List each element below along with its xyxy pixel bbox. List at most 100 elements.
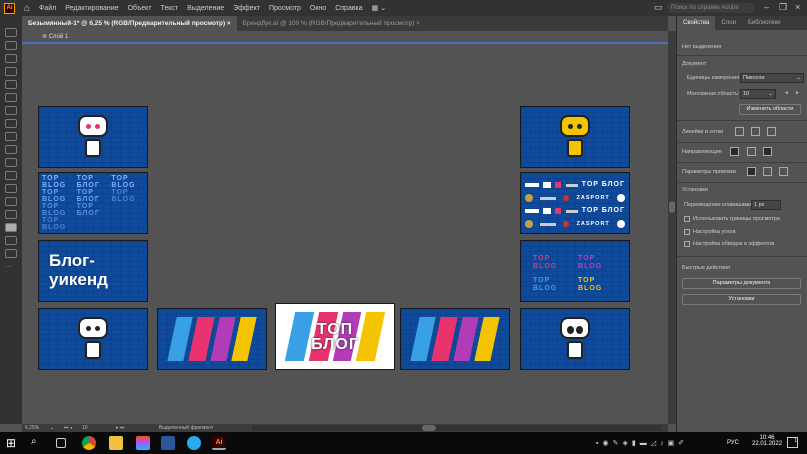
next-artboard-icon[interactable]: ▸ — [796, 90, 799, 96]
home-icon[interactable]: ⌂ — [24, 3, 30, 14]
rotate-tool-icon[interactable] — [5, 119, 17, 128]
chrome-icon[interactable] — [82, 436, 96, 450]
menu-window[interactable]: Окно — [310, 5, 326, 12]
word-icon[interactable] — [161, 436, 175, 450]
tab-libraries[interactable]: Библиотеки — [742, 16, 787, 30]
snap-to-point-icon[interactable] — [747, 167, 756, 176]
tab-layers[interactable]: Слои — [715, 16, 742, 30]
preferences-button[interactable]: Установки — [682, 294, 801, 305]
symbol-tool-icon[interactable] — [5, 184, 17, 193]
zoom-tool-icon[interactable] — [5, 210, 17, 219]
grid-icon[interactable] — [751, 127, 760, 136]
restore-icon[interactable]: ❐ — [779, 2, 787, 13]
rectangle-tool-icon[interactable] — [5, 80, 17, 89]
menu-effect[interactable]: Эффект — [233, 5, 260, 12]
horizontal-scrollbar[interactable] — [252, 425, 662, 431]
document-setup-button[interactable]: Параметры документа — [682, 278, 801, 289]
artboard-partners[interactable]: TOP БЛОГ ZASPORT TOP БЛОГ ZASPORT — [520, 172, 630, 234]
checkbox-scale-corners[interactable] — [684, 229, 690, 235]
notifications-icon[interactable]: 1 — [787, 437, 798, 448]
fill-stroke-icon[interactable] — [5, 223, 17, 232]
draw-mode-icon[interactable] — [5, 236, 17, 245]
figma-icon[interactable] — [136, 436, 150, 450]
screen-mode-icon[interactable] — [5, 249, 17, 258]
artboard-social[interactable]: TOP BLOG TOP BLOG TOP BLOG TOP BLOG — [520, 240, 630, 302]
brush-tool-icon[interactable] — [5, 93, 17, 102]
smart-guides-icon[interactable] — [763, 147, 772, 156]
minimize-icon[interactable]: – — [764, 2, 769, 12]
prev-artboard-icon[interactable]: ◂ — [785, 90, 788, 96]
gradient-tool-icon[interactable] — [5, 158, 17, 167]
artboard-center-logo[interactable]: ТОП БЛОГ — [275, 303, 395, 370]
curvature-tool-icon[interactable] — [5, 67, 17, 76]
task-view-icon[interactable] — [56, 438, 66, 448]
clock[interactable]: 10:46 22.01.2022 — [752, 435, 782, 447]
menu-select[interactable]: Выделение — [187, 5, 224, 12]
menu-help[interactable]: Справка — [335, 5, 362, 12]
file-explorer-icon[interactable] — [109, 436, 123, 450]
canvas[interactable]: TOP BLOG TOP БЛОГ TOP BLOG TOP BLOG TOP … — [22, 46, 668, 424]
checkbox-view-bounds[interactable] — [684, 216, 690, 222]
tab-brandbook[interactable]: Брендбук.ai @ 100 % (RGB/Предварительный… — [237, 16, 426, 31]
eraser-tool-icon[interactable] — [5, 132, 17, 141]
units-select[interactable]: Пиксели ⌄ — [740, 73, 804, 83]
workspace-switcher-icon[interactable]: ▦ ⌄ — [372, 4, 386, 12]
selection-tool-icon[interactable] — [5, 28, 17, 37]
windows-start-icon[interactable]: ⊞ — [6, 436, 20, 450]
help-search-input[interactable]: Поиск по справке Adobe — [668, 3, 754, 13]
menu-file[interactable]: Файл — [39, 5, 56, 12]
layer-name[interactable]: Слой 1 — [49, 34, 69, 40]
artboard-nav-next-icon[interactable]: ▸ ⏭ — [116, 424, 124, 432]
close-window-icon[interactable]: × — [795, 2, 800, 12]
search-icon[interactable]: ⌕ — [31, 436, 45, 450]
keyboard-increment-input[interactable]: 1 px — [751, 200, 781, 210]
zoom-level[interactable]: 6,25% — [25, 424, 39, 432]
close-tab-icon[interactable]: × — [416, 20, 420, 27]
artboard-robot-dark[interactable] — [520, 308, 630, 370]
telegram-icon[interactable] — [187, 436, 201, 450]
artboard-robot-love[interactable] — [38, 106, 148, 168]
checkbox-scale-strokes[interactable] — [684, 241, 690, 247]
artboard-blog-weekend[interactable]: Блог-уикенд — [38, 240, 148, 302]
artboard-nav-prev-icon[interactable]: ⏮ ◂ — [64, 424, 72, 432]
zoom-dropdown-icon[interactable]: ⌄ — [50, 424, 54, 432]
quick-actions-heading: Быстрые действия — [682, 265, 731, 271]
menu-view[interactable]: Просмотр — [269, 5, 301, 12]
current-tool-status[interactable]: Выделенный фрагмент — [159, 424, 213, 432]
snap-to-pixel-icon[interactable] — [763, 167, 772, 176]
more-tools-icon[interactable]: … — [5, 262, 17, 271]
pattern-text: TOP BLOG — [42, 203, 67, 217]
artboard-number[interactable]: 10 — [82, 424, 88, 432]
close-tab-icon[interactable]: × — [227, 20, 231, 27]
pixel-grid-icon[interactable] — [767, 127, 776, 136]
menu-text[interactable]: Текст — [160, 5, 178, 12]
eyedropper-tool-icon[interactable] — [5, 171, 17, 180]
artboard-tool-icon[interactable] — [5, 197, 17, 206]
artboard-robot-white[interactable] — [38, 308, 148, 370]
ruler-icon[interactable] — [735, 127, 744, 136]
show-guides-icon[interactable] — [730, 147, 739, 156]
artboard-robot-yellow[interactable] — [520, 106, 630, 168]
arrange-icon[interactable]: ▭ — [654, 2, 663, 13]
snap-to-glyph-icon[interactable] — [779, 167, 788, 176]
artboard-stripes-right[interactable] — [400, 308, 510, 370]
artboard-top-blog-pattern[interactable]: TOP BLOG TOP БЛОГ TOP BLOG TOP BLOG TOP … — [38, 172, 148, 234]
type-tool-icon[interactable] — [5, 106, 17, 115]
language-indicator[interactable]: РУС — [727, 440, 739, 446]
pen-tool-icon[interactable] — [5, 54, 17, 63]
checkbox-label: Настройка углов — [693, 229, 736, 235]
width-tool-icon[interactable] — [5, 145, 17, 154]
edit-artboards-button[interactable]: Изменить области — [739, 104, 801, 115]
illustrator-taskbar-icon[interactable]: Ai — [212, 436, 226, 450]
lock-guides-icon[interactable] — [747, 147, 756, 156]
menu-edit[interactable]: Редактирование — [65, 5, 118, 12]
artboard-stripes-left[interactable] — [157, 308, 267, 370]
artboard-select[interactable]: 10 ⌄ — [740, 89, 776, 99]
system-tray-icons[interactable]: ▪◉✎◈▮▬◿♪▣✐ — [596, 439, 688, 447]
vertical-scrollbar[interactable] — [668, 31, 676, 424]
tab-untitled[interactable]: Безымянный-1* @ 6,25 % (RGB/Предваритель… — [22, 16, 237, 31]
direct-selection-tool-icon[interactable] — [5, 41, 17, 50]
tab-properties[interactable]: Свойства — [677, 16, 716, 30]
menu-object[interactable]: Объект — [128, 5, 152, 12]
rulers-grids-label: Линейки и сетки — [682, 129, 724, 135]
